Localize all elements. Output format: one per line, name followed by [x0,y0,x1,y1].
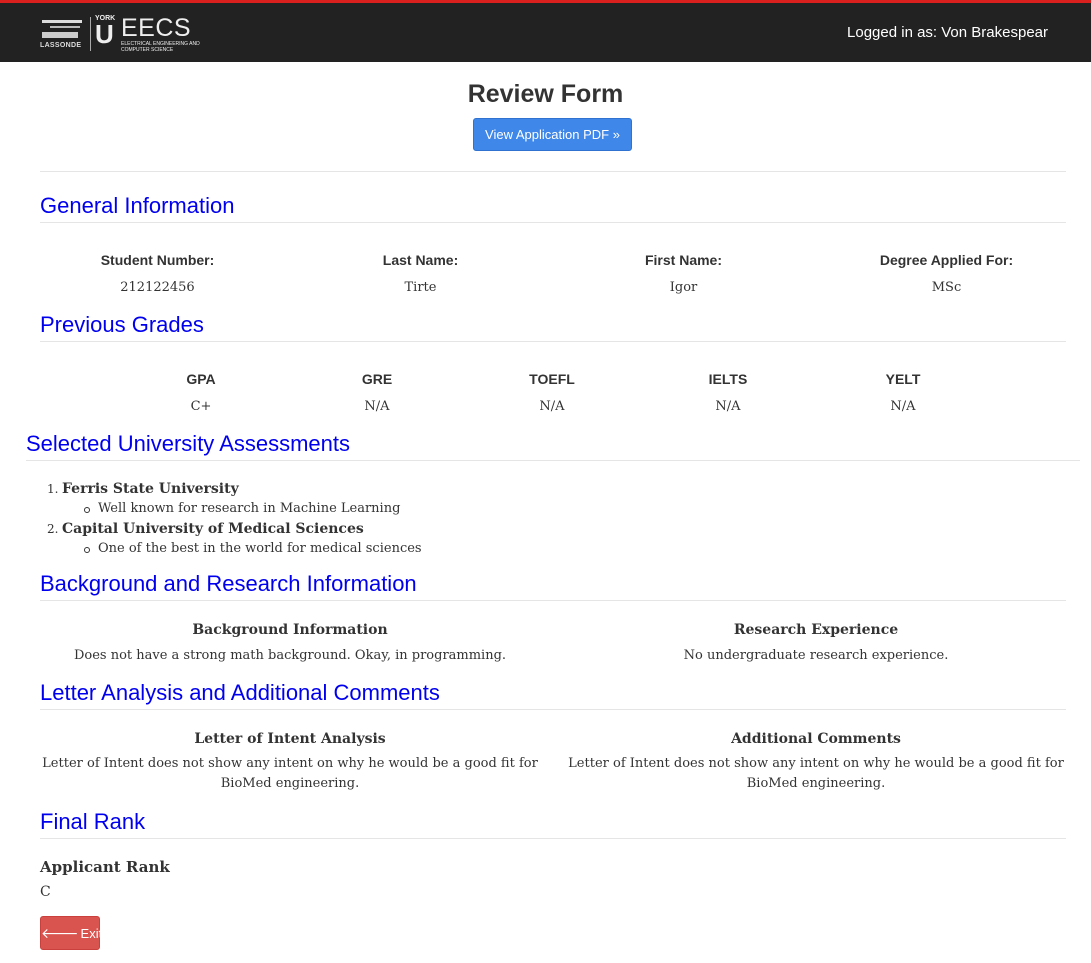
lassonde-logo-text: LASSONDE [40,42,82,49]
gre-label: GRE [361,371,393,387]
divider [40,709,1066,710]
additional-comments-heading: Additional Comments [731,731,901,747]
background-info-heading: Background Information [192,622,388,638]
eecs-logo[interactable]: LASSONDE YORK U EECS ELECTRICAL ENGINEER… [40,13,200,55]
letter-analysis-heading: Letter of Intent Analysis [194,731,386,747]
gpa-value: C+ [190,399,212,414]
section-title-general: General Information [40,193,235,218]
bullet-icon [84,547,90,553]
eecs-wordmark: EECS ELECTRICAL ENGINEERING AND COMPUTER… [121,14,200,53]
page-title: Review Form [467,80,624,108]
student-number-label: Student Number: [100,252,215,268]
yelt-label: YELT [885,371,921,387]
divider [40,600,1066,601]
section-title-background: Background and Research Information [40,571,417,596]
first-name-value: Igor [669,280,698,295]
eecs-logo-subtext: ELECTRICAL ENGINEERING AND COMPUTER SCIE… [121,41,200,53]
yelt-value: N/A [890,399,916,414]
last-name-label: Last Name: [382,252,459,268]
logo-divider [90,17,91,51]
section-title-final-rank: Final Rank [40,809,146,834]
eecs-logo-text: EECS [121,14,192,42]
view-application-pdf-button[interactable]: View Application PDF » [473,118,632,151]
logged-in-user: Logged in as: Von Brakespear [847,24,1048,41]
degree-value: MSc [931,280,962,295]
divider [40,222,1066,223]
list-number: 2. [47,522,59,536]
york-logo-u: U [95,19,114,49]
toefl-value: N/A [539,399,565,414]
ielts-value: N/A [715,399,741,414]
applicant-rank-label: Applicant Rank [40,858,170,876]
gpa-label: GPA [186,371,216,387]
divider [40,838,1066,839]
exit-button-label: Exit [80,926,103,941]
toefl-label: TOEFL [529,371,575,387]
arrow-left-icon: 🡐 [41,925,79,941]
university-name: Capital University of Medical Sciences [62,521,364,537]
section-title-letter: Letter Analysis and Additional Comments [40,680,440,705]
applicant-rank-value: C [40,884,51,900]
university-note: One of the best in the world for medical… [98,541,422,556]
list-number: 1. [47,482,59,496]
university-name: Ferris State University [62,481,239,497]
background-info-text: Does not have a strong math background. … [73,648,507,663]
degree-label: Degree Applied For: [879,252,1014,268]
exit-button[interactable]: 🡐 Exit [40,916,103,950]
additional-comments-text: Letter of Intent does not show any inten… [568,756,1064,791]
section-title-grades: Previous Grades [40,312,204,337]
bullet-icon [84,507,90,513]
divider [40,171,1066,172]
last-name-value: Tirte [404,280,437,295]
letter-analysis-text: Letter of Intent does not show any inten… [42,756,538,791]
university-note: Well known for research in Machine Learn… [98,501,401,516]
divider [40,341,1066,342]
student-number-value: 212122456 [120,280,195,295]
gre-value: N/A [364,399,390,414]
research-experience-text: No undergraduate research experience. [683,648,949,663]
divider [26,460,1080,461]
section-title-universities: Selected University Assessments [26,431,351,456]
first-name-label: First Name: [644,252,723,268]
york-logo: YORK U [95,15,117,53]
ielts-label: IELTS [708,371,748,387]
top-navbar: LASSONDE YORK U EECS ELECTRICAL ENGINEER… [0,0,1091,62]
research-experience-heading: Research Experience [733,622,899,638]
lassonde-logo: LASSONDE [40,16,86,52]
